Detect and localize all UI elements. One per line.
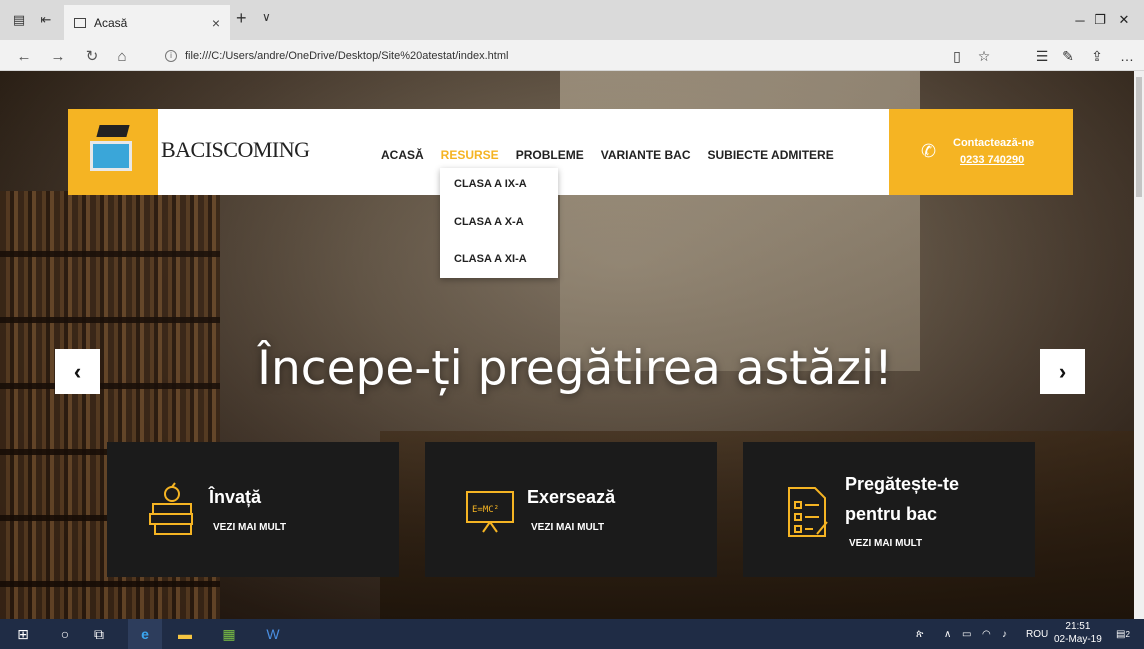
tab-close-icon[interactable]: × bbox=[212, 15, 220, 31]
contact-phone-link[interactable]: 0233 740290 bbox=[960, 154, 1024, 166]
notification-count: 2 bbox=[1125, 629, 1130, 639]
edge-browser-icon[interactable]: e bbox=[128, 619, 162, 649]
share-icon[interactable]: ⇪ bbox=[1087, 46, 1107, 66]
page-icon bbox=[74, 17, 86, 28]
tab-actions-icon[interactable]: ▤ bbox=[8, 9, 30, 31]
windows-taskbar: ⊞ ○ ⧉ e ▬ ▦ W ጵ ∧ ▭ ◠ ♪ ROU 21:51 02-May… bbox=[0, 619, 1144, 649]
feature-title-line2: pentru bac bbox=[845, 504, 938, 524]
tabs-aside-icon[interactable]: ⇤ bbox=[35, 9, 57, 31]
hero-title: Începe-ți pregătirea astăzi! bbox=[257, 341, 893, 396]
file-explorer-icon[interactable]: ▬ bbox=[168, 619, 202, 649]
resurse-dropdown: CLASA A IX-A CLASA A X-A CLASA A XI-A bbox=[440, 168, 558, 278]
address-bar-row: ← → ↻ ⌂ i file:///C:/Users/andre/OneDriv… bbox=[0, 40, 1144, 71]
forward-icon[interactable]: → bbox=[48, 46, 68, 66]
reading-view-icon[interactable]: ▯ bbox=[947, 46, 967, 66]
contact-box[interactable]: ✆ Contactează-ne 0233 740290 bbox=[889, 109, 1073, 195]
cortana-search-icon[interactable]: ○ bbox=[48, 619, 82, 649]
svg-text:E=MC²: E=MC² bbox=[472, 505, 499, 515]
tab-title: Acasă bbox=[94, 15, 128, 30]
site-header: BACISCOMING ACASĂ RESURSE PROBLEME VARIA… bbox=[68, 109, 1073, 195]
feature-title: Exersează bbox=[527, 487, 616, 507]
tab-strip: ▤ ⇤ Acasă × + ∨ ─ ❐ ✕ bbox=[0, 0, 1144, 40]
page-scrollbar[interactable] bbox=[1134, 71, 1144, 619]
wifi-icon[interactable]: ◠ bbox=[982, 619, 991, 649]
brand-name[interactable]: BACISCOMING bbox=[161, 137, 310, 163]
feature-link[interactable]: VEZI MAI MULT bbox=[213, 522, 286, 533]
laptop-icon bbox=[90, 141, 132, 171]
feature-invata[interactable]: Învață VEZI MAI MULT bbox=[107, 442, 399, 577]
scrollbar-thumb[interactable] bbox=[1136, 77, 1142, 197]
task-view-icon[interactable]: ⧉ bbox=[82, 619, 116, 649]
url-field[interactable]: i file:///C:/Users/andre/OneDrive/Deskto… bbox=[155, 44, 965, 67]
notification-center-icon[interactable]: ▤ 2 bbox=[1116, 619, 1130, 649]
slider-prev-button[interactable]: ‹ bbox=[55, 349, 100, 394]
graduation-cap-icon bbox=[96, 125, 130, 137]
home-icon[interactable]: ⌂ bbox=[112, 46, 132, 66]
feature-title: Învață bbox=[209, 487, 262, 507]
favorites-hub-icon[interactable]: ☰ bbox=[1032, 46, 1052, 66]
word-icon[interactable]: W bbox=[256, 619, 290, 649]
volume-icon[interactable]: ♪ bbox=[1002, 619, 1007, 649]
slider-next-button[interactable]: › bbox=[1040, 349, 1085, 394]
feature-title-line1: Pregătește-te bbox=[845, 474, 960, 494]
main-nav: ACASĂ RESURSE PROBLEME VARIANTE BAC SUBI… bbox=[381, 148, 834, 162]
pen-icon[interactable]: ✎ bbox=[1058, 46, 1078, 66]
notepad-icon[interactable]: ▦ bbox=[212, 619, 246, 649]
more-icon[interactable]: … bbox=[1117, 46, 1137, 66]
people-icon[interactable]: ጵ bbox=[916, 619, 923, 649]
url-text: file:///C:/Users/andre/OneDrive/Desktop/… bbox=[185, 49, 509, 62]
contact-label: Contactează-ne bbox=[953, 137, 1035, 149]
blackboard-icon: E=MC² bbox=[466, 491, 514, 533]
start-windows-icon[interactable]: ⊞ bbox=[6, 619, 40, 649]
web-page: BACISCOMING ACASĂ RESURSE PROBLEME VARIA… bbox=[0, 71, 1134, 619]
back-icon[interactable]: ← bbox=[14, 46, 34, 66]
refresh-icon[interactable]: ↻ bbox=[82, 46, 102, 66]
feature-pregateste[interactable]: Pregătește-te pentru bac VEZI MAI MULT bbox=[743, 442, 1035, 577]
books-apple-icon bbox=[149, 482, 193, 535]
tray-expand-icon[interactable]: ∧ bbox=[944, 619, 951, 649]
info-icon[interactable]: i bbox=[165, 49, 177, 62]
tab-preview-toggle[interactable]: ∨ bbox=[262, 10, 271, 24]
phone-icon: ✆ bbox=[921, 141, 937, 161]
dropdown-item-clasa-9[interactable]: CLASA A IX-A bbox=[454, 178, 527, 190]
nav-acasa[interactable]: ACASĂ bbox=[381, 148, 424, 162]
clock-date: 02-May-19 bbox=[1054, 634, 1102, 645]
nav-variante-bac[interactable]: VARIANTE BAC bbox=[601, 148, 691, 162]
feature-link[interactable]: VEZI MAI MULT bbox=[849, 538, 922, 549]
battery-icon[interactable]: ▭ bbox=[962, 619, 971, 649]
logo[interactable] bbox=[68, 109, 158, 195]
feature-exerseaza[interactable]: E=MC² Exersează VEZI MAI MULT bbox=[425, 442, 717, 577]
nav-subiecte-admitere[interactable]: SUBIECTE ADMITERE bbox=[707, 148, 833, 162]
browser-tab[interactable]: Acasă × bbox=[64, 5, 230, 40]
nav-resurse[interactable]: RESURSE bbox=[441, 148, 499, 162]
favorite-star-icon[interactable]: ☆ bbox=[974, 46, 994, 66]
clock-time: 21:51 bbox=[1065, 621, 1091, 632]
feature-link[interactable]: VEZI MAI MULT bbox=[531, 522, 604, 533]
language-indicator[interactable]: ROU bbox=[1026, 619, 1048, 649]
dropdown-item-clasa-11[interactable]: CLASA A XI-A bbox=[454, 253, 527, 265]
nav-probleme[interactable]: PROBLEME bbox=[516, 148, 584, 162]
close-window-button[interactable]: ✕ bbox=[1104, 0, 1144, 40]
clock[interactable]: 21:51 02-May-19 bbox=[1054, 620, 1102, 646]
exam-paper-icon bbox=[788, 487, 828, 537]
dropdown-item-clasa-10[interactable]: CLASA A X-A bbox=[454, 216, 524, 228]
new-tab-button[interactable]: + bbox=[236, 8, 247, 29]
